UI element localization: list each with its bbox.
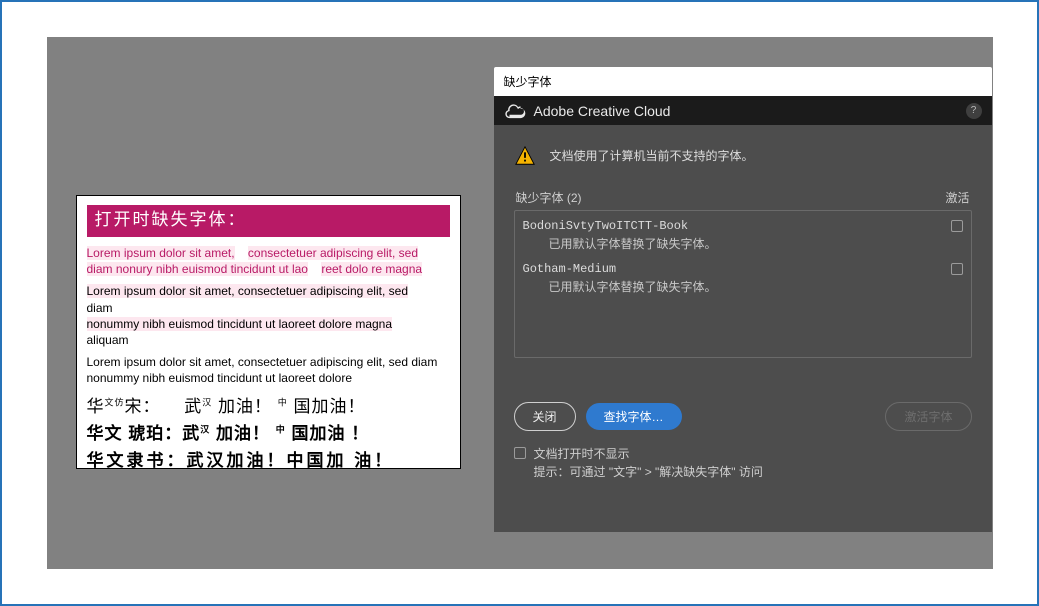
doc-cn-1: 华文仿宋： 武汉 加油！ 中 国加油！ — [87, 396, 450, 419]
activate-checkbox[interactable] — [951, 263, 963, 275]
dialog-footer: 文档打开时不显示 提示：可通过 "文字" > "解决缺失字体" 访问 — [514, 445, 972, 481]
notice-row: 文档使用了计算机当前不支持的字体。 — [514, 137, 972, 185]
dialog-body: 文档使用了计算机当前不支持的字体。 缺少字体 (2) 激活 BodoniSvty… — [494, 125, 992, 532]
doc-para-1: Lorem ipsum dolor sit amet, consectetuer… — [87, 245, 450, 277]
dialog-header: Adobe Creative Cloud ? — [494, 96, 992, 125]
notice-text: 文档使用了计算机当前不支持的字体。 — [550, 145, 754, 164]
dialog-header-text: Adobe Creative Cloud — [534, 103, 671, 119]
font-item: BodoniSvtyTwoITCTT-Book 已用默认字体替换了缺失字体。 — [523, 217, 963, 260]
list-header-left: 缺少字体 (2) — [516, 189, 582, 206]
font-name: Gotham-Medium — [523, 262, 617, 276]
list-header-right: 激活 — [945, 189, 969, 206]
dont-show-checkbox[interactable] — [514, 447, 526, 459]
activate-fonts-button: 激活字体 — [885, 402, 971, 431]
doc-para-2: Lorem ipsum dolor sit amet, consectetuer… — [87, 283, 450, 348]
dialog-actions: 关闭 查找字体… 激活字体 — [514, 402, 972, 431]
doc-title-bar: 打开时缺失字体： — [87, 205, 450, 237]
close-button[interactable]: 关闭 — [514, 402, 576, 431]
find-fonts-button[interactable]: 查找字体… — [586, 403, 682, 430]
font-list-header: 缺少字体 (2) 激活 — [514, 185, 972, 210]
warning-icon — [514, 145, 536, 167]
font-sub: 已用默认字体替换了缺失字体。 — [523, 278, 963, 295]
font-sub: 已用默认字体替换了缺失字体。 — [523, 235, 963, 252]
font-list: BodoniSvtyTwoITCTT-Book 已用默认字体替换了缺失字体。 G… — [514, 210, 972, 358]
document-preview: 打开时缺失字体： Lorem ipsum dolor sit amet, con… — [76, 195, 461, 469]
doc-cn-3: 华文隶书：武汉加油！中国加 油！ — [87, 450, 450, 473]
font-name: BodoniSvtyTwoITCTT-Book — [523, 219, 689, 233]
doc-para-3: Lorem ipsum dolor sit amet, consectetuer… — [87, 354, 450, 386]
creative-cloud-icon — [504, 102, 526, 119]
font-item: Gotham-Medium 已用默认字体替换了缺失字体。 — [523, 260, 963, 303]
activate-checkbox[interactable] — [951, 220, 963, 232]
footer-hint: 提示：可通过 "文字" > "解决缺失字体" 访问 — [534, 465, 763, 479]
help-button[interactable]: ? — [966, 103, 982, 119]
dont-show-label: 文档打开时不显示 — [534, 447, 630, 461]
doc-cn-2: 华文 琥珀：武汉 加油！ 中 国加油 ！ — [87, 423, 450, 446]
dialog-title: 缺少字体 — [494, 67, 992, 96]
missing-fonts-dialog: 缺少字体 Adobe Creative Cloud ? 文档使用了计算机当前不支… — [494, 67, 992, 532]
